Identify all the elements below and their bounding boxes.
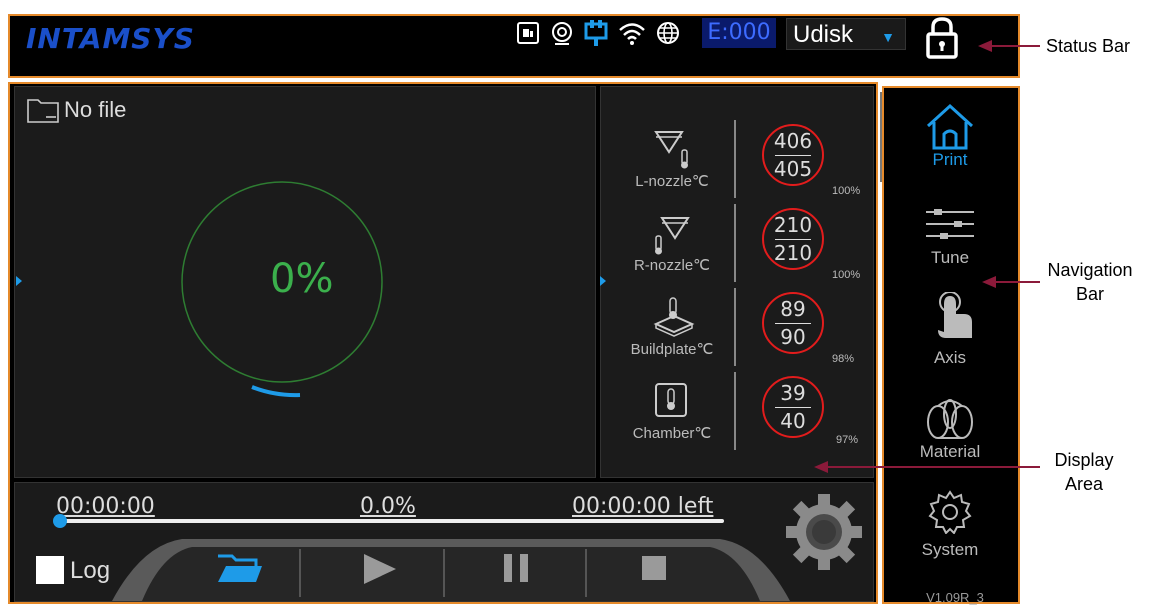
annotation-status-bar: Status Bar — [1046, 36, 1131, 56]
annotation-arrows — [814, 40, 1040, 473]
annotation-display-area: Display Area — [1054, 450, 1114, 494]
annotation-navigation-bar: Navigation Bar — [1047, 260, 1133, 304]
